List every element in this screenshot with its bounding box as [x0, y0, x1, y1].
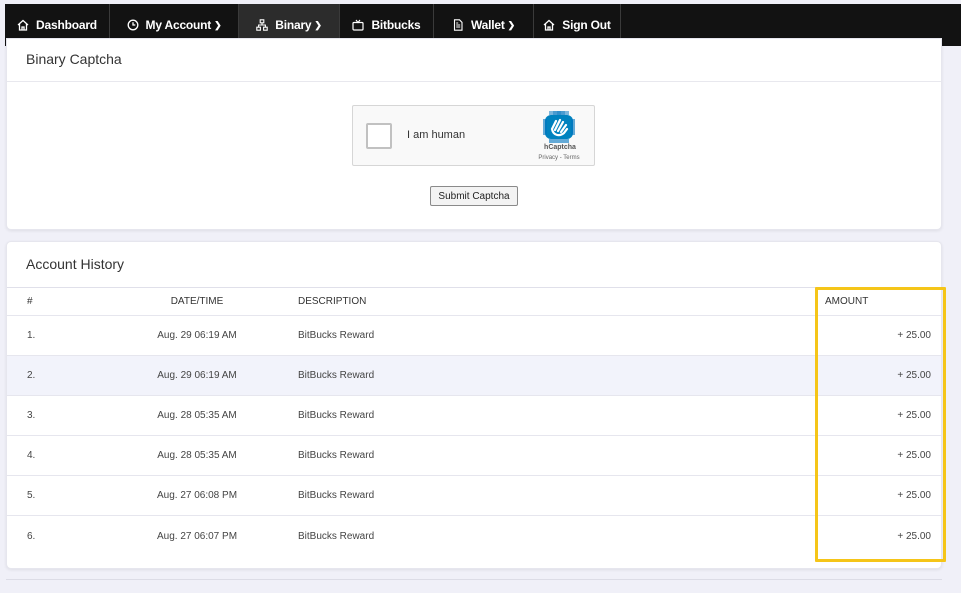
account-history-title: Account History — [26, 256, 125, 272]
row-datetime: Aug. 28 05:35 AM — [157, 450, 237, 461]
home-icon — [17, 19, 29, 31]
nav-wallet-label: Wallet — [470, 18, 505, 32]
column-header-amount: AMOUNT — [825, 296, 869, 307]
table-row: 3. Aug. 28 05:35 AM BitBucks Reward + 25… — [7, 396, 941, 436]
row-amount: + 25.00 — [897, 450, 931, 461]
captcha-card: Binary Captcha I am human hCaptcha Priva… — [6, 38, 942, 230]
bottom-divider — [6, 579, 942, 580]
row-description: BitBucks Reward — [298, 330, 375, 341]
row-description: BitBucks Reward — [298, 370, 375, 381]
hcaptcha-privacy-terms-link[interactable]: Privacy - Terms — [527, 155, 591, 161]
row-number: 4. — [27, 450, 36, 461]
column-header-number: # — [27, 296, 33, 307]
clock-icon — [127, 19, 138, 31]
row-datetime: Aug. 29 06:19 AM — [157, 330, 237, 341]
hcaptcha-logo-icon — [543, 111, 575, 143]
home-icon — [543, 19, 555, 31]
row-description: BitBucks Reward — [298, 490, 375, 501]
row-datetime: Aug. 29 06:19 AM — [157, 370, 237, 381]
table-row: 4. Aug. 28 05:35 AM BitBucks Reward + 25… — [7, 436, 941, 476]
nav-sign-out-label: Sign Out — [562, 18, 611, 32]
document-icon — [453, 19, 463, 31]
row-number: 1. — [27, 330, 36, 341]
tv-icon — [352, 19, 365, 31]
row-amount: + 25.00 — [897, 410, 931, 421]
account-history-table: # DATE/TIME DESCRIPTION AMOUNT 1. Aug. 2… — [7, 288, 941, 556]
row-datetime: Aug. 27 06:08 PM — [156, 490, 238, 501]
row-description: BitBucks Reward — [298, 410, 375, 421]
account-history-card: Account History # DATE/TIME DESCRIPTION … — [6, 241, 942, 569]
row-amount: + 25.00 — [897, 330, 931, 341]
chevron-down-icon: ❯ — [314, 19, 322, 30]
row-number: 5. — [27, 490, 36, 501]
chevron-down-icon: ❯ — [507, 19, 516, 30]
row-amount: + 25.00 — [897, 530, 931, 542]
nav-dashboard-label: Dashboard — [36, 18, 97, 32]
hcaptcha-brand: hCaptcha — [544, 144, 576, 151]
nav-binary-label: Binary — [275, 18, 312, 32]
row-number: 3. — [27, 410, 36, 421]
submit-captcha-button[interactable]: Submit Captcha — [430, 186, 518, 206]
captcha-label: I am human — [407, 129, 466, 141]
row-number: 2. — [27, 370, 36, 381]
chevron-down-icon: ❯ — [214, 19, 222, 30]
human-checkbox[interactable] — [366, 123, 392, 149]
nav-my-account-label: My Account — [145, 18, 212, 32]
row-amount: + 25.00 — [897, 490, 931, 501]
row-description: BitBucks Reward — [298, 530, 375, 542]
row-amount: + 25.00 — [897, 370, 931, 381]
table-row: 2. Aug. 29 06:19 AM BitBucks Reward + 25… — [7, 356, 941, 396]
row-datetime: Aug. 27 06:07 PM — [156, 530, 238, 542]
captcha-card-divider — [7, 81, 941, 82]
row-number: 6. — [27, 530, 36, 542]
nav-bitbucks-label: Bitbucks — [371, 18, 421, 32]
hcaptcha-widget: I am human hCaptcha Privacy - Terms — [352, 105, 595, 166]
captcha-card-title: Binary Captcha — [26, 51, 122, 67]
sitemap-icon — [256, 19, 268, 31]
table-row: 1. Aug. 29 06:19 AM BitBucks Reward + 25… — [7, 316, 941, 356]
column-header-datetime: DATE/TIME — [170, 296, 224, 307]
table-row: 5. Aug. 27 06:08 PM BitBucks Reward + 25… — [7, 476, 941, 516]
table-row: 6. Aug. 27 06:07 PM BitBucks Reward + 25… — [7, 516, 941, 556]
column-header-description: DESCRIPTION — [298, 296, 367, 307]
row-datetime: Aug. 28 05:35 AM — [157, 410, 237, 421]
table-header-row: # DATE/TIME DESCRIPTION AMOUNT — [7, 288, 941, 316]
row-description: BitBucks Reward — [298, 450, 375, 461]
